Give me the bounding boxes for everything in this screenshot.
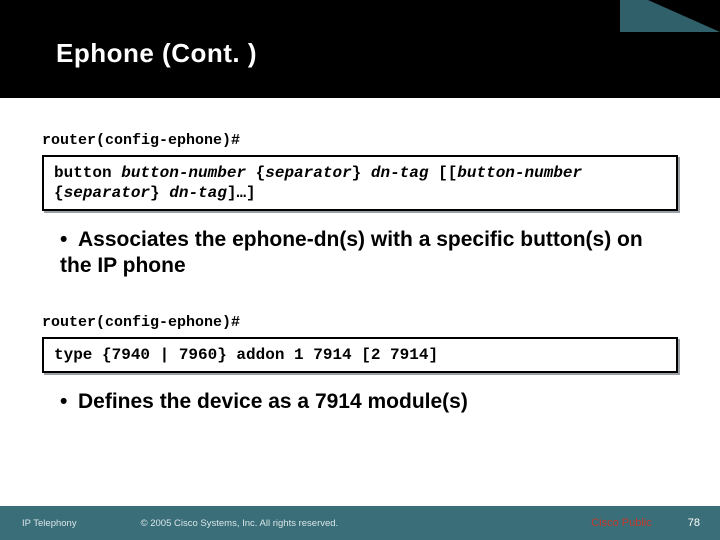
- title-bar: Ephone (Cont. ): [0, 0, 720, 98]
- bullet-1: •Associates the ephone-dn(s) with a spec…: [42, 225, 678, 304]
- command-box-2: type {7940 | 7960} addon 1 7914 [2 7914]: [42, 337, 678, 373]
- cmd-text: ]…]: [227, 184, 256, 202]
- footer-left: IP Telephony: [0, 518, 77, 529]
- footer-bar: IP Telephony © 2005 Cisco Systems, Inc. …: [0, 506, 720, 540]
- cmd-text: type {7940 | 7960} addon 1 7914 [2 7914]: [54, 346, 438, 364]
- footer-copyright: © 2005 Cisco Systems, Inc. All rights re…: [77, 518, 592, 529]
- content-area: router(config-ephone)# button button-num…: [0, 98, 720, 506]
- cmd-text: }: [150, 184, 169, 202]
- cmd-keyword: button: [54, 164, 121, 182]
- cmd-text: {: [246, 164, 265, 182]
- cmd-var: button-number: [121, 164, 246, 182]
- cmd-var: dn-tag: [169, 184, 227, 202]
- bullet-text: Defines the device as a 7914 module(s): [78, 390, 468, 413]
- router-prompt-2: router(config-ephone)#: [42, 314, 678, 331]
- bullet-2: •Defines the device as a 7914 module(s): [42, 387, 678, 439]
- cmd-text: }: [352, 164, 371, 182]
- cmd-var: dn-tag: [371, 164, 429, 182]
- bullet-dot: •: [60, 227, 78, 253]
- command-box-1: button button-number {separator} dn-tag …: [42, 155, 678, 211]
- router-prompt-1: router(config-ephone)#: [42, 132, 678, 149]
- bullet-text: Associates the ephone-dn(s) with a speci…: [60, 228, 643, 277]
- cmd-var: separator: [64, 184, 150, 202]
- footer-page-number: 78: [688, 517, 720, 529]
- footer-public: Cisco Public: [591, 517, 688, 529]
- cmd-text: {: [54, 184, 64, 202]
- slide-title: Ephone (Cont. ): [0, 0, 720, 69]
- cmd-var: button-number: [457, 164, 582, 182]
- bullet-dot: •: [60, 389, 78, 415]
- cmd-var: separator: [265, 164, 351, 182]
- slide: Ephone (Cont. ) router(config-ephone)# b…: [0, 0, 720, 540]
- cmd-text: [[: [428, 164, 457, 182]
